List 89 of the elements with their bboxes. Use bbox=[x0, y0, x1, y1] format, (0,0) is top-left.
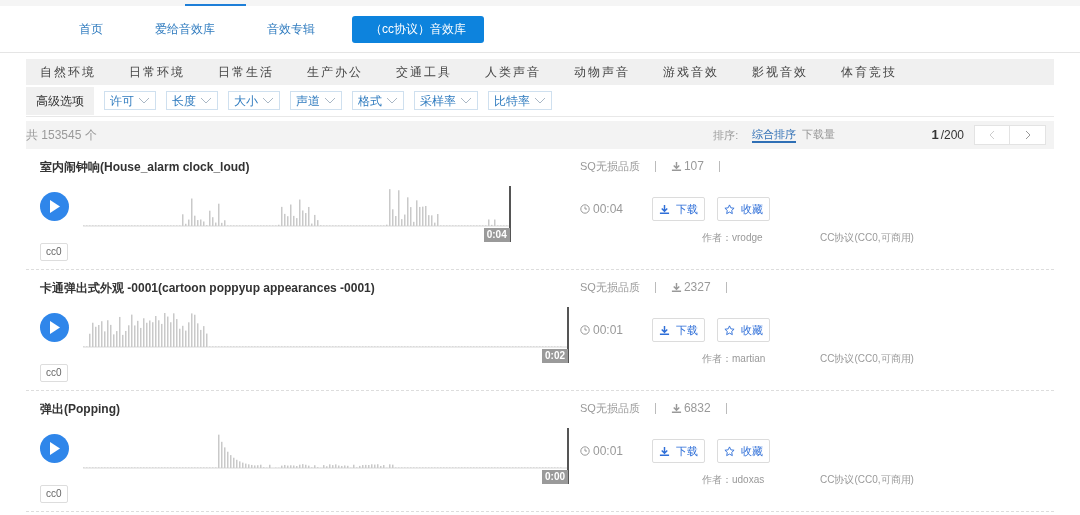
author-label: 作者：martian bbox=[702, 352, 767, 366]
filter-dropdown[interactable]: 长度 bbox=[166, 91, 218, 110]
favorite-button[interactable]: 收藏 bbox=[717, 439, 770, 463]
author-label: 作者：vrodge bbox=[702, 231, 764, 245]
category-link[interactable]: 生产办公 bbox=[307, 63, 363, 81]
download-icon bbox=[670, 402, 682, 414]
download-button[interactable]: 下载 bbox=[652, 439, 705, 463]
time-badge: 0:02 bbox=[542, 349, 569, 363]
license-tag[interactable]: cc0 bbox=[40, 243, 68, 261]
sound-title[interactable]: 弹出(Popping) bbox=[40, 400, 576, 418]
category-link[interactable]: 游戏音效 bbox=[663, 63, 719, 81]
download-icon bbox=[670, 281, 682, 293]
category-link[interactable]: 体育竞技 bbox=[841, 63, 897, 81]
filter-dropdown[interactable]: 许可 bbox=[104, 91, 156, 110]
star-icon bbox=[724, 324, 735, 336]
download-count: 2327 bbox=[670, 278, 711, 296]
nav-tab[interactable]: 首页 bbox=[64, 15, 118, 43]
license-label: CC协议(CC0,可商用) bbox=[820, 352, 914, 366]
favorite-button[interactable]: 收藏 bbox=[717, 197, 770, 221]
star-icon bbox=[724, 445, 735, 457]
nav-tab[interactable]: 爱给音效库 bbox=[140, 15, 230, 43]
clock-icon bbox=[580, 446, 590, 456]
license-label: CC协议(CC0,可商用) bbox=[820, 231, 914, 245]
nav-tab[interactable]: 音效专辑 bbox=[252, 15, 330, 43]
play-icon bbox=[49, 321, 60, 334]
total-pages: /200 bbox=[940, 127, 964, 145]
sort-option[interactable]: 下载量 bbox=[802, 127, 836, 143]
waveform[interactable]: 0:02 bbox=[83, 307, 569, 363]
chevron-down-icon bbox=[324, 97, 336, 104]
time-badge: 0:04 bbox=[483, 228, 511, 242]
download-icon bbox=[659, 445, 670, 457]
filter-dropdown[interactable]: 比特率 bbox=[488, 91, 552, 110]
filter-dropdown[interactable]: 大小 bbox=[228, 91, 280, 110]
category-link[interactable]: 日常生活 bbox=[218, 63, 274, 81]
waveform[interactable]: 0:00 bbox=[83, 428, 569, 484]
license-tag[interactable]: cc0 bbox=[40, 364, 68, 382]
play-button[interactable] bbox=[40, 434, 69, 463]
download-icon bbox=[670, 160, 682, 172]
chevron-left-icon bbox=[989, 130, 995, 140]
chevron-down-icon bbox=[138, 97, 150, 104]
play-icon bbox=[49, 442, 60, 455]
result-count: 共 153545 个 bbox=[26, 127, 98, 144]
play-button[interactable] bbox=[40, 313, 69, 342]
filter-dropdown[interactable]: 格式 bbox=[352, 91, 404, 110]
category-link[interactable]: 自然环境 bbox=[40, 63, 96, 81]
filter-dropdown[interactable]: 声道 bbox=[290, 91, 342, 110]
quality-label: SQ无损品质 bbox=[580, 400, 640, 416]
download-count: 107 bbox=[670, 157, 704, 175]
chevron-down-icon bbox=[460, 97, 472, 104]
clock-icon bbox=[580, 325, 590, 335]
chevron-down-icon bbox=[386, 97, 398, 104]
duration: 00:04 bbox=[580, 200, 652, 218]
filter-label: 高级选项 bbox=[26, 86, 94, 115]
chevron-right-icon bbox=[1024, 130, 1031, 140]
category-link[interactable]: 动物声音 bbox=[574, 63, 630, 81]
playhead[interactable] bbox=[508, 186, 511, 228]
filter-dropdown[interactable]: 采样率 bbox=[414, 91, 478, 110]
star-icon bbox=[724, 203, 735, 215]
download-button[interactable]: 下载 bbox=[652, 318, 705, 342]
category-link[interactable]: 人类声音 bbox=[485, 63, 541, 81]
category-link[interactable]: 交通工具 bbox=[396, 63, 452, 81]
waveform[interactable]: 0:04 bbox=[83, 186, 569, 242]
time-badge: 0:00 bbox=[542, 470, 569, 484]
duration: 00:01 bbox=[580, 442, 652, 460]
duration: 00:01 bbox=[580, 321, 652, 339]
author-label: 作者：udoxas bbox=[702, 473, 766, 487]
download-button[interactable]: 下载 bbox=[652, 197, 705, 221]
chevron-down-icon bbox=[262, 97, 274, 104]
category-link[interactable]: 影视音效 bbox=[752, 63, 808, 81]
sound-title[interactable]: 室内闹钟响(House_alarm clock_loud) bbox=[40, 158, 576, 176]
chevron-down-icon bbox=[534, 97, 546, 104]
quality-label: SQ无损品质 bbox=[580, 158, 640, 174]
sound-title[interactable]: 卡通弹出式外观 -0001(cartoon poppyup appearances -0001) bbox=[40, 279, 576, 297]
license-tag[interactable]: cc0 bbox=[40, 485, 68, 503]
chevron-down-icon bbox=[200, 97, 212, 104]
clock-icon bbox=[580, 204, 590, 214]
favorite-button[interactable]: 收藏 bbox=[717, 318, 770, 342]
download-icon bbox=[659, 324, 670, 336]
download-count: 6832 bbox=[670, 399, 711, 417]
play-button[interactable] bbox=[40, 192, 69, 221]
play-icon bbox=[49, 200, 60, 213]
category-link[interactable]: 日常环境 bbox=[129, 63, 185, 81]
sort-option[interactable]: 综合排序 bbox=[752, 127, 797, 143]
nav-tab[interactable]: （cc协议）音效库 bbox=[352, 15, 484, 43]
license-label: CC协议(CC0,可商用) bbox=[820, 473, 914, 487]
sort-label: 排序: bbox=[713, 127, 739, 143]
current-page: 1 bbox=[931, 126, 939, 145]
download-icon bbox=[659, 203, 670, 215]
quality-label: SQ无损品质 bbox=[580, 279, 640, 295]
